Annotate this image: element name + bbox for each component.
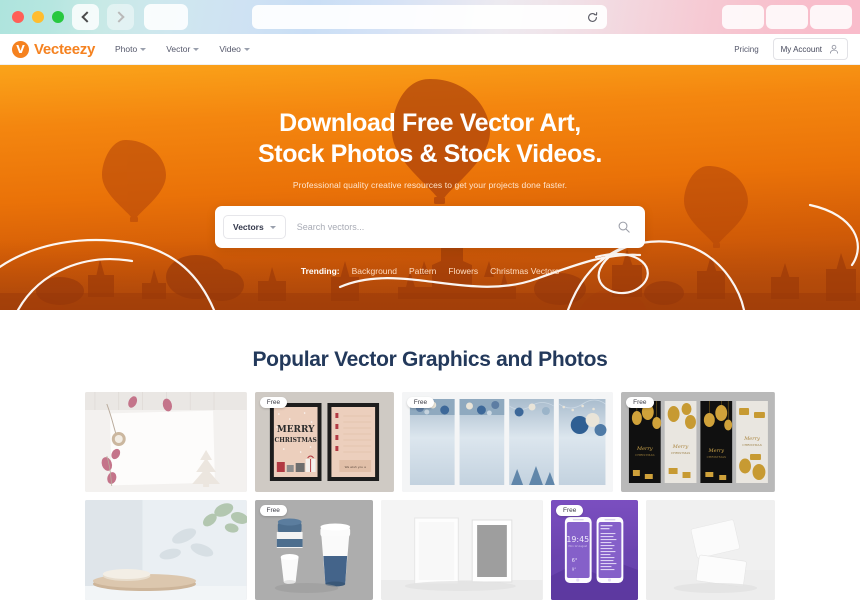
nav-item-vector[interactable]: Vector xyxy=(166,44,200,54)
site-logo-text: Vecteezy xyxy=(34,40,95,58)
forward-button xyxy=(107,4,134,30)
search-icon[interactable] xyxy=(617,220,631,234)
card-gold-christmas-banner-set[interactable]: Merry CHRISTMAS Merry CHRISTMAS Merry CH… xyxy=(621,392,775,492)
hero-content: Download Free Vector Art, Stock Photos &… xyxy=(0,65,860,310)
page-title: Popular Vector Graphics and Photos xyxy=(252,348,608,371)
svg-text:6°: 6° xyxy=(572,558,578,564)
free-badge: Free xyxy=(406,397,435,408)
card-frame-mockup[interactable] xyxy=(381,500,543,600)
card-thumbnail xyxy=(85,392,247,492)
trending-row: Trending: Background Pattern Flowers Chr… xyxy=(301,266,559,276)
window-controls xyxy=(0,11,64,23)
card-coffee-cup-mockup[interactable]: Free xyxy=(254,500,374,600)
card-blue-christmas-banner-set[interactable]: Free xyxy=(401,392,614,492)
card-business-card-mockup[interactable] xyxy=(646,500,776,600)
free-badge: Free xyxy=(259,397,288,408)
card-thumbnail xyxy=(646,500,776,600)
trending-link-pattern[interactable]: Pattern xyxy=(409,266,436,276)
svg-text:CHRISTMAS: CHRISTMAS xyxy=(742,443,761,447)
card-phone-ui-mockup[interactable]: 19:45 Mon 12 August 6° 9° Free xyxy=(550,500,639,600)
browser-tab[interactable] xyxy=(144,4,188,30)
vecteezy-logo-icon: V xyxy=(12,40,29,58)
toolbar-button-2[interactable] xyxy=(766,5,808,29)
card-thumbnail xyxy=(401,392,614,492)
chevron-down-icon xyxy=(193,47,200,51)
trending-link-flowers[interactable]: Flowers xyxy=(448,266,478,276)
hero-title-line-1: Download Free Vector Art, xyxy=(279,109,581,137)
svg-text:We wish you a: We wish you a xyxy=(344,465,365,469)
search-category-dropdown[interactable]: Vectors xyxy=(223,215,286,239)
card-merry-christmas-poster-set[interactable]: MERRY CHRISTMAS We wish you a Free xyxy=(254,392,394,492)
url-bar[interactable] xyxy=(252,5,607,29)
user-avatar-icon xyxy=(830,44,838,54)
svg-text:CHRISTMAS: CHRISTMAS xyxy=(671,451,690,455)
hero-search-bar: Vectors Search vectors... xyxy=(215,206,645,248)
hero-banner: Download Free Vector Art, Stock Photos &… xyxy=(0,65,860,310)
nav-item-video[interactable]: Video xyxy=(219,44,250,54)
nav-item-video-label: Video xyxy=(219,44,241,54)
chevron-down-icon xyxy=(140,47,147,51)
my-account-label: My Account xyxy=(780,44,822,54)
card-row-1: MERRY CHRISTMAS We wish you a Free Free … xyxy=(85,392,775,492)
back-button[interactable] xyxy=(72,4,99,30)
free-badge: Free xyxy=(626,397,654,408)
svg-text:Merry: Merry xyxy=(636,446,653,452)
site-logo[interactable]: V Vecteezy xyxy=(12,40,95,58)
reload-icon[interactable] xyxy=(586,11,599,24)
card-christmas-card-flatlay-photo[interactable] xyxy=(85,392,247,492)
trending-link-background[interactable]: Background xyxy=(352,266,397,276)
maximize-window-button[interactable] xyxy=(52,11,64,23)
chevron-down-icon xyxy=(269,225,276,229)
my-account-button[interactable]: My Account xyxy=(772,38,848,60)
svg-text:9°: 9° xyxy=(572,567,577,572)
svg-text:CHRISTMAS: CHRISTMAS xyxy=(707,455,726,459)
close-window-button[interactable] xyxy=(12,11,24,23)
svg-text:Merry: Merry xyxy=(672,444,689,450)
free-badge: Free xyxy=(555,505,584,516)
card-thumbnail xyxy=(381,500,543,600)
svg-text:CHRISTMAS: CHRISTMAS xyxy=(274,437,316,444)
site-header: V Vecteezy Photo Vector Video Pricing My… xyxy=(0,34,860,65)
toolbar-button-3[interactable] xyxy=(810,5,852,29)
svg-text:Merry: Merry xyxy=(743,436,760,442)
svg-text:19:45: 19:45 xyxy=(566,535,589,544)
search-category-value: Vectors xyxy=(233,222,264,232)
card-thumbnail xyxy=(85,500,247,600)
chevron-left-icon xyxy=(81,11,93,23)
card-podium-mockup-photo[interactable] xyxy=(85,500,247,600)
hero-title: Download Free Vector Art, Stock Photos &… xyxy=(258,108,602,169)
card-row-2: Free 19:45 Mon 12 August 6° 9° Free xyxy=(85,500,776,600)
main-content: Popular Vector Graphics and Photos MERRY… xyxy=(0,310,860,600)
trending-label: Trending: xyxy=(300,266,340,276)
toolbar-button-1[interactable] xyxy=(722,5,764,29)
hero-subtitle: Professional quality creative resources … xyxy=(292,180,568,190)
free-badge: Free xyxy=(259,505,287,516)
trending-link-christmas-vectors[interactable]: Christmas Vectors xyxy=(490,266,559,276)
chevron-down-icon xyxy=(243,47,250,51)
svg-text:Merry: Merry xyxy=(708,448,725,454)
svg-text:MERRY: MERRY xyxy=(277,425,315,435)
pricing-link[interactable]: Pricing xyxy=(734,45,758,54)
browser-chrome xyxy=(0,0,860,34)
chevron-right-icon xyxy=(113,11,125,23)
nav-item-photo[interactable]: Photo xyxy=(114,44,147,54)
minimize-window-button[interactable] xyxy=(32,11,44,23)
svg-text:Mon 12 August: Mon 12 August xyxy=(569,544,588,548)
nav-item-photo-label: Photo xyxy=(114,44,138,54)
hero-title-line-2: Stock Photos & Stock Videos. xyxy=(258,139,602,168)
svg-text:CHRISTMAS: CHRISTMAS xyxy=(635,453,654,457)
header-actions: Pricing My Account xyxy=(734,38,860,60)
search-input[interactable]: Search vectors... xyxy=(297,222,617,232)
nav-item-vector-label: Vector xyxy=(166,44,191,54)
